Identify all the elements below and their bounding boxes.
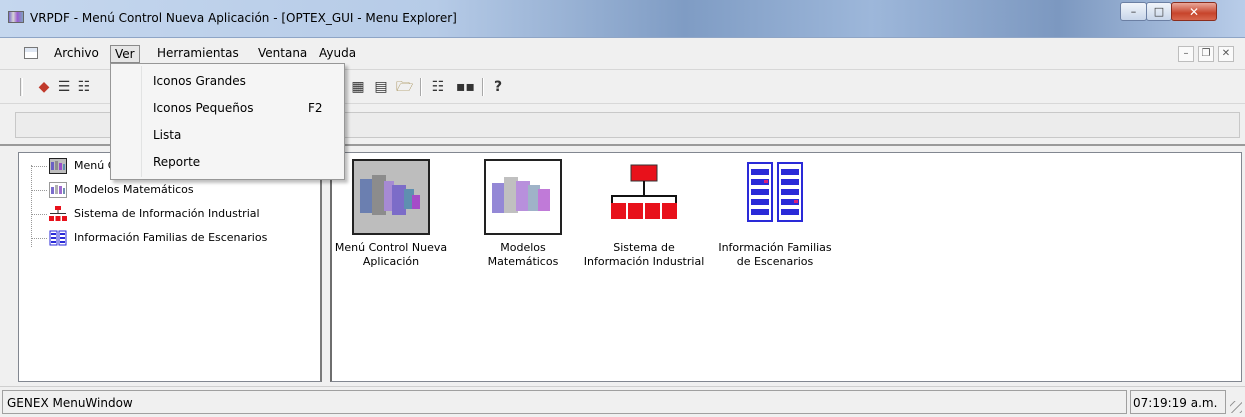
mdi-close-button[interactable]: ✕	[1218, 46, 1234, 62]
toolbar-separator	[482, 78, 484, 96]
org-chart-icon	[605, 159, 683, 235]
icon-caption-line: Modelos	[500, 241, 546, 254]
tree-connector	[31, 166, 47, 167]
icon-list-panel[interactable]: Menú Control Nueva Aplicación Modelos Ma…	[330, 152, 1242, 382]
status-bar: GENEX MenuWindow 07:19:19 a.m.	[0, 386, 1245, 417]
status-text: GENEX MenuWindow	[2, 390, 1127, 414]
tree-connector	[31, 238, 47, 239]
new-item-icon[interactable]: ◆	[36, 79, 52, 95]
grid-icon[interactable]: ▦	[350, 79, 366, 95]
tree-item-label: Modelos Matemáticos	[74, 183, 194, 196]
mdi-restore-button[interactable]: ❐	[1198, 46, 1214, 62]
tree-connector	[31, 190, 47, 191]
tree-item[interactable]: Modelos Matemáticos	[19, 179, 319, 201]
model-thumbnail-icon	[484, 159, 562, 235]
list-view-icon[interactable]: ☰	[56, 79, 72, 95]
maximize-icon: □	[1153, 5, 1165, 18]
minimize-icon: –	[1130, 5, 1137, 18]
icon-caption: Sistema de Información Industrial	[579, 241, 709, 269]
menu-item-lista[interactable]: Lista	[113, 122, 342, 148]
menu-item-iconos-pequenos[interactable]: Iconos Pequeños F2	[113, 95, 342, 121]
icon-tile[interactable]: Sistema de Información Industrial	[579, 159, 709, 289]
tree-icon[interactable]: ☷	[430, 79, 446, 95]
details-view-icon[interactable]: ☷	[76, 79, 92, 95]
menu-item-reporte[interactable]: Reporte	[113, 149, 342, 175]
tree-panel[interactable]: Menú Control Nueva Aplicación Modelos Ma…	[18, 152, 322, 382]
icon-caption-line: Información Familias	[718, 241, 832, 254]
menu-ayuda[interactable]: Ayuda	[315, 45, 360, 63]
icon-caption-line: Aplicación	[362, 255, 420, 268]
tree-item[interactable]: Sistema de Información Industrial	[19, 203, 319, 225]
tree-item-label: Sistema de Información Industrial	[74, 207, 260, 220]
tree-connector	[31, 214, 47, 215]
org-chart-icon	[49, 206, 67, 221]
icon-caption-line: Matemáticos	[487, 255, 559, 268]
resize-grip[interactable]	[1230, 401, 1242, 413]
toolbar-separator	[420, 78, 422, 96]
icon-caption-line: de Escenarios	[736, 255, 814, 268]
menu-archivo[interactable]: Archivo	[50, 45, 103, 63]
close-button[interactable]: ✕	[1171, 2, 1217, 21]
title-bar[interactable]: VRPDF - Menú Control Nueva Aplicación - …	[0, 0, 1245, 38]
menu-item-label: Lista	[153, 128, 182, 142]
large-icons-icon[interactable]: ▪▪	[456, 79, 475, 95]
menu-ver[interactable]: Ver	[110, 45, 140, 63]
icon-tile[interactable]: Modelos Matemáticos	[458, 159, 588, 289]
close-icon: ✕	[1188, 4, 1200, 19]
ver-dropdown-menu: Iconos Grandes Iconos Pequeños F2 Lista …	[110, 63, 345, 180]
menu-item-iconos-grandes[interactable]: Iconos Grandes	[113, 68, 342, 94]
help-icon[interactable]: ?	[490, 79, 506, 95]
window-title: VRPDF - Menú Control Nueva Aplicación - …	[30, 11, 457, 25]
app-icon[interactable]	[8, 11, 24, 23]
icon-caption: Menú Control Nueva Aplicación	[326, 241, 456, 269]
tree-item-label: Información Familias de Escenarios	[74, 231, 268, 244]
properties-icon[interactable]: ▤	[373, 79, 389, 95]
toolbar-grip[interactable]	[20, 78, 23, 96]
icon-tile[interactable]: Menú Control Nueva Aplicación	[326, 159, 456, 289]
menu-item-label: Iconos Pequeños	[153, 101, 254, 115]
mdi-minimize-button[interactable]: –	[1178, 46, 1194, 62]
menu-item-label: Reporte	[153, 155, 201, 169]
document-icon[interactable]	[24, 47, 38, 59]
app-thumbnail-icon	[49, 158, 67, 174]
tree-item[interactable]: Información Familias de Escenarios	[19, 227, 319, 249]
scenario-families-icon	[736, 159, 814, 235]
minimize-button[interactable]: –	[1120, 2, 1147, 21]
menu-ventana[interactable]: Ventana	[254, 45, 311, 63]
menu-item-shortcut: F2	[308, 101, 323, 115]
model-thumbnail-icon	[49, 182, 67, 198]
menu-herramientas[interactable]: Herramientas	[153, 45, 243, 63]
icon-caption-line: Información Industrial	[583, 255, 705, 268]
maximize-button[interactable]: □	[1146, 2, 1172, 21]
app-thumbnail-icon	[352, 159, 430, 235]
icon-caption-line: Menú Control Nueva	[334, 241, 448, 254]
status-time: 07:19:19 a.m.	[1130, 390, 1226, 414]
scenario-families-icon	[49, 230, 67, 246]
icon-caption-line: Sistema de	[613, 241, 675, 254]
open-folder-icon[interactable]: 🗁	[396, 79, 413, 95]
icon-caption: Modelos Matemáticos	[458, 241, 588, 269]
icon-caption: Información Familias de Escenarios	[710, 241, 840, 269]
menu-item-label: Iconos Grandes	[153, 74, 246, 88]
icon-tile[interactable]: Información Familias de Escenarios	[710, 159, 840, 289]
